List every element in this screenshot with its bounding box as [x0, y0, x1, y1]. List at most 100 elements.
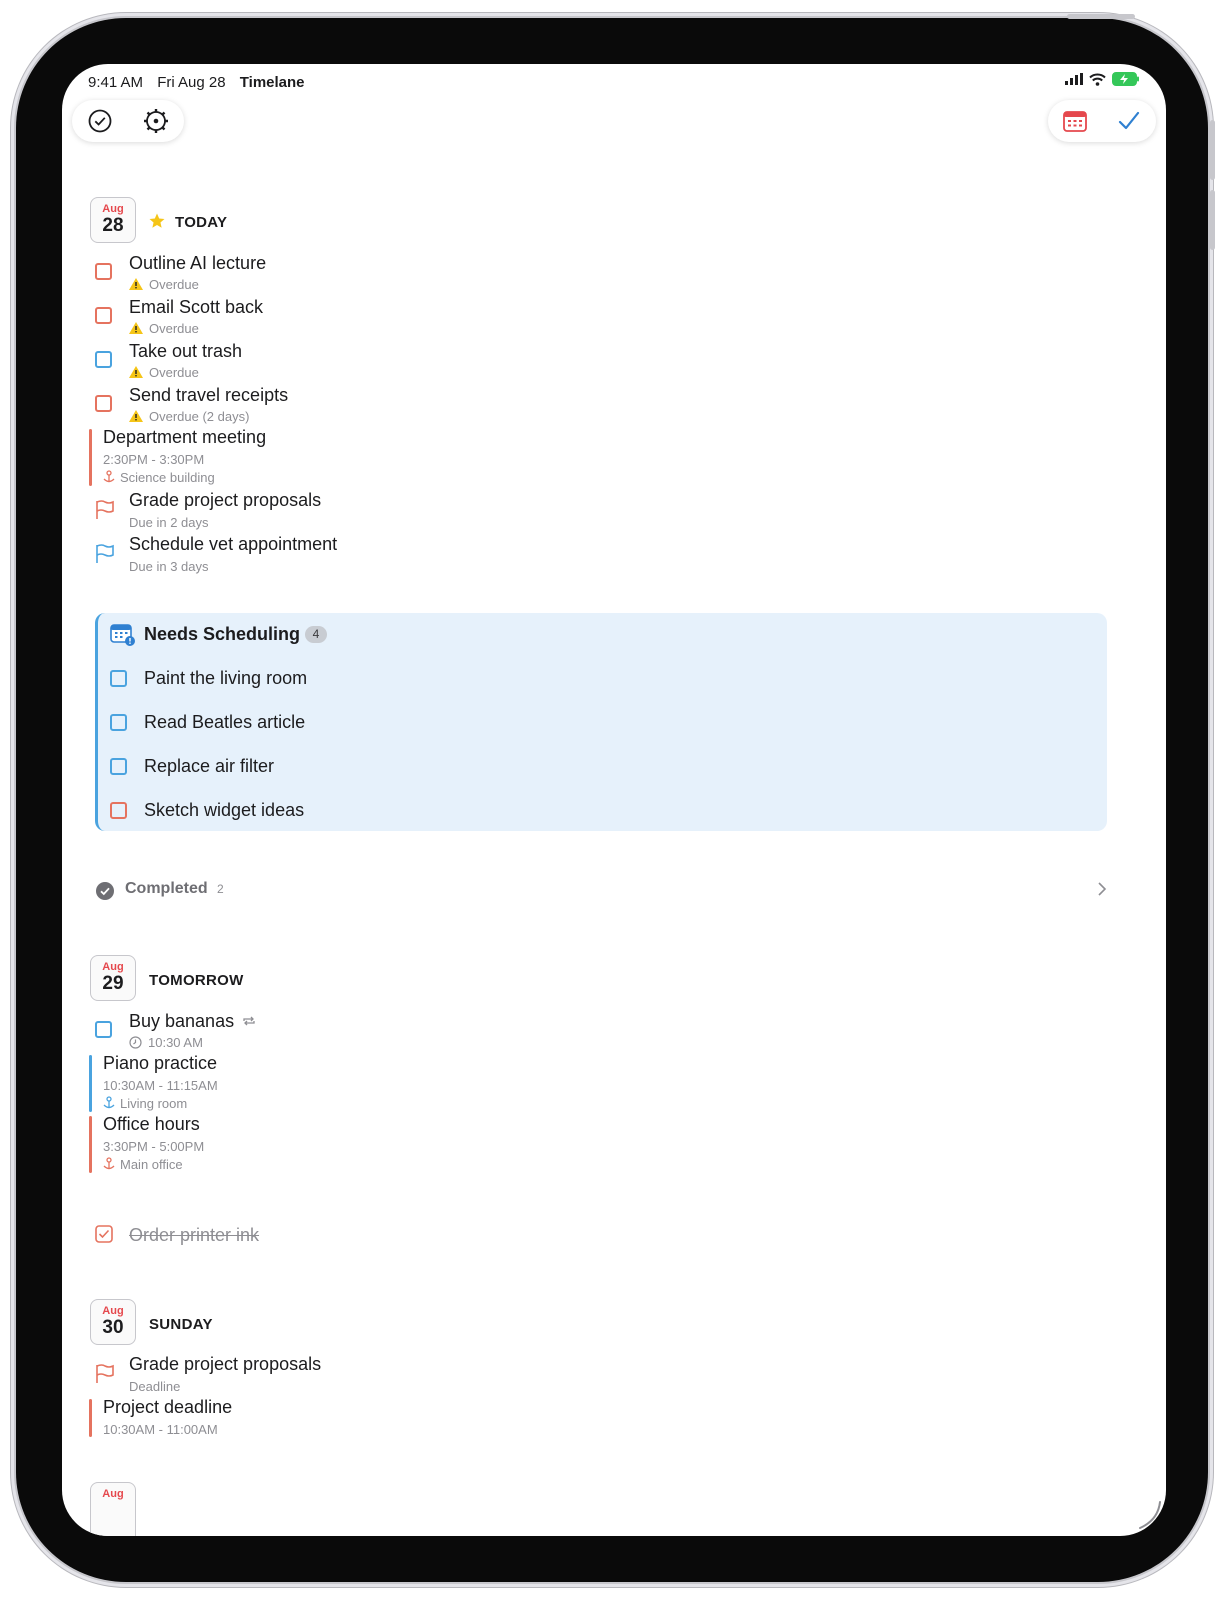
- task-checkbox[interactable]: [95, 395, 112, 412]
- flag-icon: [96, 544, 114, 563]
- deadline-sub: Deadline: [129, 1379, 181, 1394]
- event-time: 2:30PM - 3:30PM: [103, 452, 205, 467]
- event-location-text: Living room: [120, 1096, 188, 1111]
- location-pin-icon: [103, 1157, 115, 1170]
- event-location-text: Science building: [120, 470, 215, 485]
- calendar-button[interactable]: [1055, 101, 1095, 141]
- status-time: 9:41 AM: [88, 74, 144, 91]
- task-checkbox[interactable]: [110, 758, 127, 775]
- list-item-label: Paint the living room: [144, 668, 308, 688]
- warning-icon: [129, 322, 143, 334]
- event-time: 3:30PM - 5:00PM: [103, 1139, 205, 1154]
- task-status-text: Overdue: [149, 365, 199, 380]
- date-badge-month: Aug: [102, 1305, 124, 1317]
- checkmark-circle-icon: [88, 109, 112, 133]
- event-title: Office hours: [103, 1114, 200, 1134]
- task-status-text: Overdue (2 days): [149, 409, 250, 424]
- task-status: Overdue: [129, 321, 199, 336]
- task-checkbox[interactable]: [110, 714, 127, 731]
- status-bar: 9:41 AM Fri Aug 28 Timelane: [88, 72, 1140, 94]
- flag-icon: [96, 500, 114, 519]
- task-checkbox[interactable]: [110, 802, 127, 819]
- select-button[interactable]: [1109, 101, 1149, 141]
- date-badge-next: Aug: [90, 1482, 136, 1536]
- repeat-icon: [243, 1016, 255, 1026]
- location-pin-icon: [103, 1096, 115, 1109]
- deadline-sub: Due in 2 days: [129, 515, 209, 530]
- needs-scheduling-count: 4: [305, 626, 327, 643]
- calendar-alert-icon: [110, 624, 135, 646]
- event-color-bar: [89, 429, 92, 486]
- date-badge-day: 28: [102, 215, 124, 236]
- task-status-text: Overdue: [149, 321, 199, 336]
- task-status-text: Overdue: [149, 277, 199, 292]
- checkmark-circle-filled-icon: [96, 882, 114, 900]
- event-title: Project deadline: [103, 1397, 233, 1417]
- toggle-completed-button[interactable]: [80, 101, 120, 141]
- date-badge-month: Aug: [102, 961, 124, 973]
- task-title: Buy bananas: [129, 1011, 256, 1032]
- list-item-label: Read Beatles article: [144, 712, 306, 732]
- clock-icon: [129, 1036, 142, 1049]
- task-title: Outline AI lecture: [129, 253, 267, 273]
- gear-icon: [144, 109, 168, 133]
- top-button: [1067, 14, 1135, 19]
- left-toolbar: [72, 100, 184, 142]
- volume-up-button: [1210, 120, 1215, 180]
- date-badge-day: 30: [102, 1317, 124, 1338]
- battery-charging-icon: [1112, 72, 1139, 86]
- task-title: Send travel receipts: [129, 385, 289, 405]
- task-title: Email Scott back: [129, 297, 264, 317]
- event-location: Main office: [103, 1157, 183, 1172]
- event-color-bar: [89, 1116, 92, 1173]
- wifi-icon: [1089, 73, 1106, 86]
- event-title: Department meeting: [103, 427, 267, 447]
- task-checkbox[interactable]: [95, 351, 112, 368]
- event-color-bar: [89, 1055, 92, 1112]
- volume-down-button: [1210, 190, 1215, 250]
- list-item-label: Sketch widget ideas: [144, 800, 305, 820]
- event-location: Science building: [103, 470, 215, 485]
- event-time: 10:30AM - 11:00AM: [103, 1422, 218, 1437]
- date-badge-tomorrow: Aug 29: [90, 955, 136, 1001]
- task-status: Overdue (2 days): [129, 409, 249, 424]
- chevron-right-icon: [1098, 882, 1107, 896]
- task-checkbox[interactable]: [95, 263, 112, 280]
- event-time: 10:30AM - 11:15AM: [103, 1078, 218, 1093]
- task-checkbox[interactable]: [95, 1021, 112, 1038]
- deadline-title: Grade project proposals: [129, 1354, 322, 1374]
- completed-count: 2: [217, 882, 224, 896]
- task-title: Take out trash: [129, 341, 243, 361]
- screen: 9:41 AM Fri Aug 28 Timelane Aug 28 TODAY…: [62, 64, 1166, 1536]
- task-time: 10:30 AM: [129, 1035, 203, 1050]
- status-app-name: Timelane: [239, 74, 305, 91]
- cellular-signal-icon: [1065, 73, 1083, 85]
- deadline-sub: Due in 3 days: [129, 559, 209, 574]
- needs-scheduling-title: Needs Scheduling: [144, 624, 301, 644]
- task-checkbox[interactable]: [110, 670, 127, 687]
- right-toolbar: [1048, 100, 1156, 142]
- needs-scheduling-panel: Needs Scheduling 4 Paint the living room…: [95, 613, 1107, 831]
- warning-icon: [129, 410, 143, 422]
- checkbox-checked-icon[interactable]: [95, 1225, 113, 1243]
- deadline-title: Grade project proposals: [129, 490, 322, 510]
- date-badge-month: Aug: [102, 203, 124, 215]
- completed-row[interactable]: Completed 2: [95, 879, 1107, 903]
- completed-label: Completed: [125, 880, 208, 897]
- event-location: Living room: [103, 1096, 187, 1111]
- task-checkbox[interactable]: [95, 307, 112, 324]
- date-badge-month: Aug: [102, 1488, 124, 1500]
- event-title: Piano practice: [103, 1053, 218, 1073]
- calendar-icon: [1063, 111, 1087, 132]
- task-status: Overdue: [129, 277, 199, 292]
- task-status: Overdue: [129, 365, 199, 380]
- settings-button[interactable]: [136, 101, 176, 141]
- task-title-text: Buy bananas: [129, 1011, 235, 1031]
- day-title-today: TODAY: [175, 214, 228, 231]
- event-location-text: Main office: [120, 1157, 183, 1172]
- scroll-indicator[interactable]: [1132, 1500, 1162, 1530]
- deadline-title: Schedule vet appointment: [129, 534, 338, 554]
- list-item-label: Replace air filter: [144, 756, 275, 776]
- flag-icon: [96, 1364, 114, 1383]
- star-icon: [149, 213, 165, 228]
